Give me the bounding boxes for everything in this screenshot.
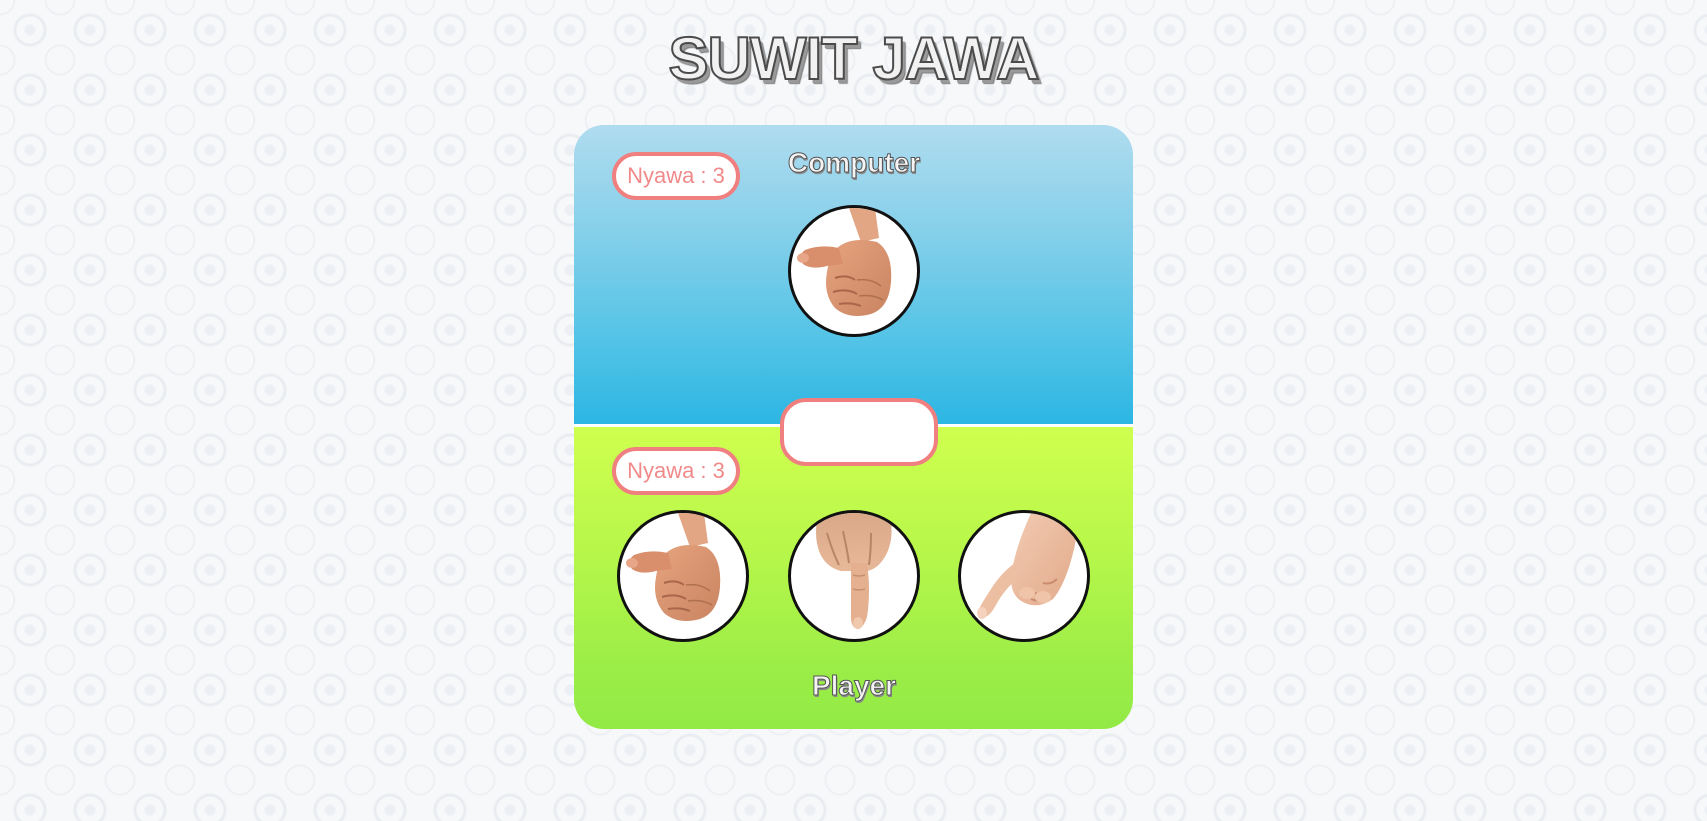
orang-index-finger-hand-icon (816, 513, 892, 629)
computer-lives-badge: Nyawa : 3 (612, 152, 740, 200)
player-lives-badge: Nyawa : 3 (612, 447, 740, 495)
choice-gajah[interactable] (617, 510, 749, 642)
choice-semut[interactable] (958, 510, 1090, 642)
semut-little-finger-hand-icon (977, 513, 1076, 619)
computer-hand (788, 205, 920, 337)
game-title: SUWIT JAWA (667, 24, 1040, 93)
gajah-thumb-hand-icon (797, 208, 892, 316)
result-display (780, 398, 938, 466)
player-label: Player (811, 670, 897, 702)
choice-orang[interactable] (788, 510, 920, 642)
gajah-thumb-hand-icon (626, 513, 721, 621)
computer-label: Computer (787, 147, 921, 179)
